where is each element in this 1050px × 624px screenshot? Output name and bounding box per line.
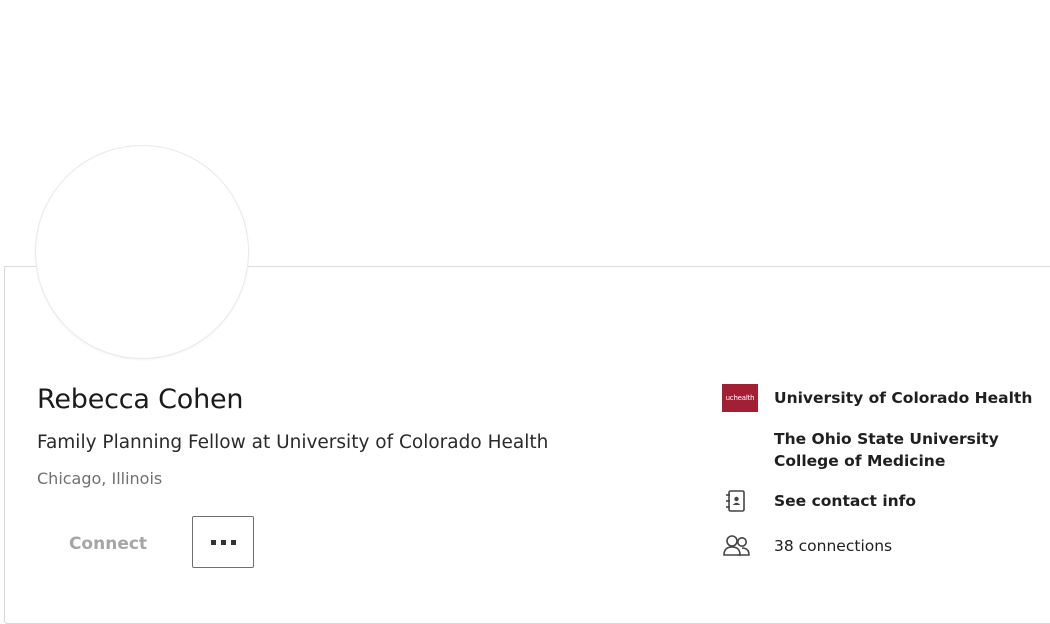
- connections-count[interactable]: 38 connections: [774, 535, 892, 557]
- connections-icon-slot: [722, 532, 758, 560]
- current-company[interactable]: uchealth University of Colorado Health: [722, 384, 1032, 412]
- education-name: The Ohio State University College of Med…: [774, 428, 999, 472]
- education[interactable]: The Ohio State University College of Med…: [722, 428, 999, 472]
- contact-info[interactable]: See contact info: [722, 487, 916, 515]
- see-contact-info-link[interactable]: See contact info: [774, 490, 916, 512]
- profile-name: Rebecca Cohen: [37, 384, 244, 415]
- more-horizontal-icon: [210, 539, 236, 545]
- address-book-icon: [726, 490, 745, 512]
- avatar[interactable]: [36, 146, 248, 358]
- current-company-name: University of Colorado Health: [774, 389, 1033, 407]
- company-logo-icon: uchealth: [722, 384, 758, 412]
- connections[interactable]: 38 connections: [722, 532, 892, 560]
- education-line-2: College of Medicine: [774, 452, 946, 470]
- education-line-1: The Ohio State University: [774, 430, 999, 448]
- more-actions-button[interactable]: [192, 516, 254, 568]
- education-icon-slot: [722, 428, 758, 456]
- profile-location: Chicago, Illinois: [37, 469, 163, 488]
- company-logo: uchealth: [722, 384, 758, 412]
- people-icon: [723, 535, 750, 556]
- profile-headline: Family Planning Fellow at University of …: [37, 432, 549, 453]
- connect-button[interactable]: Connect: [52, 524, 164, 564]
- contact-icon-slot: [722, 487, 758, 515]
